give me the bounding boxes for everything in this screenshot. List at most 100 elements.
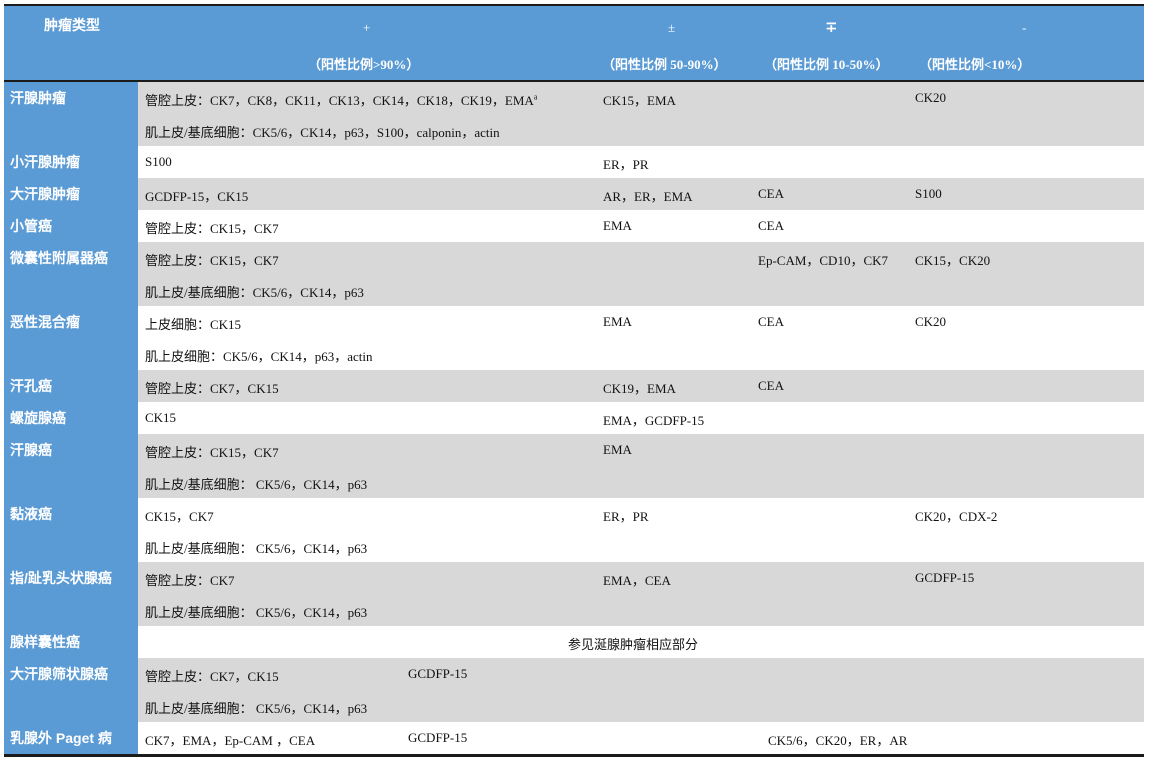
cell-text: 肌上皮/基底细胞： CK5/6，CK14，p63 [145, 605, 368, 620]
cell-text: 肌上皮/基底细胞： CK5/6，CK14，p63 [145, 541, 368, 556]
cell-text: CK15 [145, 410, 177, 425]
cell-text: ER，PR [603, 157, 649, 172]
cell-text: GCDFP-15 [408, 666, 468, 681]
cell-neg: S100 [915, 186, 942, 202]
row-tumor-type: 螺旋腺癌 [4, 402, 138, 434]
header-sub-minus-plus: （阳性比例 10-50%） [764, 57, 889, 72]
row-spanning-note: 参见涎腺肿瘤相应部分 [568, 637, 699, 652]
cell-mp2: CK5/6，CK20，ER，AR [768, 730, 907, 749]
row-tumor-type: 汗腺肿瘤 [4, 82, 138, 146]
header-symbol-plus-minus: ± [668, 20, 676, 35]
cell-neg: GCDFP-15 [915, 570, 974, 586]
cell-mp: CEA [758, 218, 784, 234]
cell-pm: EMA [603, 314, 632, 330]
cell-text: CEA [758, 314, 784, 329]
header-sub-positive: （阳性比例>90%） [308, 57, 420, 72]
cell-pos: 肌上皮/基底细胞： CK5/6，CK14，p63 [145, 538, 367, 557]
cell-text: EMA [603, 314, 632, 329]
cell-text: CK20，CDX-2 [915, 509, 998, 524]
cell-mp: CEA [758, 186, 784, 202]
table-row: 螺旋腺癌 CK15 EMA，GCDFP-15 [4, 402, 1144, 434]
table-row: 恶性混合瘤 上皮细胞：CK15 EMA CEA CK20 肌上皮细胞：CK5/6，CK14… [4, 306, 1144, 370]
table-body: 汗腺肿瘤 管腔上皮：CK7，CK8，CK11，CK13，CK14，CK18，CK1… [4, 82, 1144, 754]
cell-pos: 肌上皮/基底细胞： CK5/6，CK14，p63 [145, 602, 367, 621]
table-row: 黏液癌 CK15，CK7 ER，PR CK20，CDX-2 肌上皮/基底细胞： CK5/… [4, 498, 1144, 562]
header-sub-plus-minus: （阳性比例 50-90%） [602, 57, 727, 72]
table-row: 小管癌 管腔上皮：CK15，CK7 EMA CEA [4, 210, 1144, 242]
row-tumor-type: 汗腺癌 [4, 434, 138, 498]
cell-text: CEA [758, 378, 784, 393]
cell-text: EMA，GCDFP-15 [603, 413, 705, 428]
cell-text: ER，PR [603, 509, 649, 524]
cell-text: CK5/6，CK20，ER，AR [768, 733, 908, 748]
table-row: 汗腺癌 管腔上皮：CK15，CK7 EMA 肌上皮/基底细胞： CK5/6，CK14，… [4, 434, 1144, 498]
cell-text: 管腔上皮：CK7，CK8，CK11，CK13，CK14，CK18，CK19，EM… [145, 93, 534, 108]
cell-pos: CK15 [145, 410, 176, 426]
cell-text: 肌上皮细胞：CK5/6，CK14，p63，actin [145, 349, 373, 364]
table-row: 乳腺外 Paget 病 CK7，EMA，Ep-CAM ，CEA GCDFP-15 CK… [4, 722, 1144, 754]
footnote-marker: a [533, 92, 538, 102]
header-symbol-negative: - [1022, 20, 1027, 35]
table-row: 指/趾乳头状腺癌 管腔上皮：CK7 EMA，CEA GCDFP-15 肌上皮/基底细胞：… [4, 562, 1144, 626]
cell-pos: 管腔上皮：CK15，CK7 [145, 250, 279, 269]
table-row: 大汗腺肿瘤 GCDFP-15，CK15 AR，ER，EMA CEA S100 [4, 178, 1144, 210]
cell-pos: CK7，EMA，Ep-CAM ，CEA [145, 730, 315, 749]
header-symbol-positive: + [363, 20, 371, 35]
cell-text: EMA，CEA [603, 573, 671, 588]
cell-text: GCDFP-15 [915, 570, 975, 585]
cell-neg: CK20 [915, 314, 946, 330]
cell-text: CEA [758, 186, 784, 201]
cell-pm: CK15，EMA [603, 90, 676, 109]
cell-text: EMA [603, 218, 632, 233]
cell-text: S100 [915, 186, 942, 201]
cell-pm: CK19，EMA [603, 378, 676, 397]
cell-pos: 管腔上皮：CK7，CK15 [145, 666, 279, 685]
cell-text: CK15，EMA [603, 93, 676, 108]
cell-text: 管腔上皮：CK15，CK7 [145, 221, 279, 236]
cell-text: S100 [145, 154, 172, 169]
cell-text: 肌上皮/基底细胞：CK5/6，CK14，p63 [145, 285, 364, 300]
cell-pos: GCDFP-15，CK15 [145, 186, 248, 205]
cell-pos: 肌上皮/基底细胞：CK5/6，CK14，p63，S100，calponin，ac… [145, 122, 500, 141]
cell-mp: CEA [758, 378, 784, 394]
cell-neg: CK20，CDX-2 [915, 506, 997, 525]
cell-text: Ep-CAM，CD10，CK7 [758, 253, 889, 268]
cell-text: 上皮细胞：CK15 [145, 317, 242, 332]
cell-text: CK19，EMA [603, 381, 676, 396]
row-tumor-type: 小汗腺肿瘤 [4, 146, 138, 178]
cell-pos: 管腔上皮：CK15，CK7 [145, 442, 279, 461]
cell-pos: CK15，CK7 [145, 506, 214, 525]
table-header: 肿瘤类型 + ± ∓ - （阳性比例>90%） （阳性比例 50-90%） （阳… [4, 4, 1144, 80]
cell-neg: CK15，CK20 [915, 250, 990, 269]
row-tumor-type: 黏液癌 [4, 498, 138, 562]
header-tumor-type: 肿瘤类型 [44, 17, 100, 33]
cell-text: 管腔上皮：CK15，CK7 [145, 253, 279, 268]
cell-text: CEA [758, 218, 784, 233]
cell-text: CK15，CK7 [145, 509, 214, 524]
table-row: 汗腺肿瘤 管腔上皮：CK7，CK8，CK11，CK13，CK14，CK18，CK1… [4, 82, 1144, 146]
cell-pos: 肌上皮/基底细胞：CK5/6，CK14，p63 [145, 282, 364, 301]
row-tumor-type: 微囊性附属器癌 [4, 242, 138, 306]
cell-text: 管腔上皮：CK7，CK15 [145, 669, 279, 684]
cell-pos: 肌上皮/基底细胞： CK5/6，CK14，p63 [145, 698, 367, 717]
cell-text: 肌上皮/基底细胞： CK5/6，CK14，p63 [145, 701, 368, 716]
row-tumor-type: 大汗腺筛状腺癌 [4, 658, 138, 722]
row-tumor-type: 指/趾乳头状腺癌 [4, 562, 138, 626]
row-tumor-type: 大汗腺肿瘤 [4, 178, 138, 210]
cell-pos: 管腔上皮：CK15，CK7 [145, 218, 279, 237]
cell-pos: 肌上皮/基底细胞： CK5/6，CK14，p63 [145, 474, 367, 493]
cell-text: CK20 [915, 90, 947, 105]
cell-text: EMA [603, 442, 632, 457]
table-row: 腺样囊性癌 参见涎腺肿瘤相应部分 [4, 626, 1144, 658]
cell-text: AR，ER，EMA [603, 189, 693, 204]
cell-pos: 上皮细胞：CK15 [145, 314, 241, 333]
row-tumor-type: 小管癌 [4, 210, 138, 242]
table-row: 大汗腺筛状腺癌 管腔上皮：CK7，CK15 GCDFP-15 肌上皮/基底细胞： CK… [4, 658, 1144, 722]
cell-pm: ER，PR [603, 154, 649, 173]
cell-pos: 管腔上皮：CK7，CK8，CK11，CK13，CK14，CK18，CK19，EM… [145, 90, 537, 109]
cell-mp: Ep-CAM，CD10，CK7 [758, 250, 888, 269]
cell-pm: EMA [603, 218, 632, 234]
cell-pos2: GCDFP-15 [408, 730, 467, 746]
cell-text: CK15，CK20 [915, 253, 991, 268]
header-symbol-minus-plus: ∓ [825, 20, 838, 36]
